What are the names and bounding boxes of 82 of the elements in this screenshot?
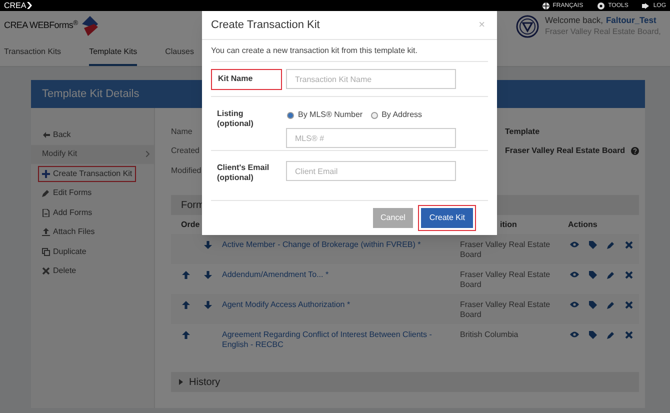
pencil-icon[interactable] (607, 301, 615, 309)
template-value: Fraser Valley Real Estate Board (505, 145, 626, 158)
nav-tab[interactable]: Clauses (165, 40, 194, 66)
tag-icon[interactable] (589, 331, 597, 339)
pencil-icon (42, 189, 50, 198)
radio-button[interactable] (287, 112, 294, 118)
sidebar-item[interactable]: Delete (38, 263, 80, 280)
sidebar-item[interactable]: Add Forms (38, 204, 96, 221)
form-link[interactable]: Active Member - Change of Brokerage (within FVREB) * (222, 240, 452, 250)
sidebar-item[interactable]: Back (38, 126, 75, 143)
arrow-up-icon[interactable] (182, 331, 190, 339)
table-cell-text: Fraser Valley Real Estate Board (460, 300, 552, 320)
field-label: Listing (217, 109, 244, 119)
upload-icon (42, 228, 50, 236)
field-label: Template (505, 126, 540, 138)
welcome-text: Welcome back, (545, 14, 603, 26)
intro-text: You can create a new transaction kit from this template kit. (211, 44, 418, 56)
radio-option[interactable]: By Address (370, 109, 422, 121)
eye-icon[interactable] (570, 331, 579, 338)
sidebar-item[interactable]: Attach Files (38, 224, 99, 240)
field-note: (optional) (217, 173, 254, 183)
field-label: Kit Name (211, 68, 282, 90)
dialog-button[interactable]: Create Kit (418, 205, 476, 231)
radio-option[interactable]: By MLS® Number (287, 109, 363, 121)
text-field[interactable]: MLS® # (286, 128, 456, 148)
sidebar-item[interactable]: Create Transaction Kit (38, 166, 136, 182)
delete-icon[interactable] (625, 271, 633, 279)
pencil-icon[interactable] (607, 331, 615, 339)
chevron-icon (27, 2, 32, 9)
table-cell-text: Fraser Valley Real Estate Board (460, 240, 552, 260)
tag-icon[interactable] (589, 271, 597, 279)
tag-icon[interactable] (589, 241, 597, 249)
plus-icon (42, 170, 50, 178)
delete-icon[interactable] (625, 331, 633, 339)
field-label: Name (171, 126, 192, 138)
history-panel[interactable]: History (171, 372, 640, 392)
tag-icon[interactable] (589, 301, 597, 309)
arrow-up-icon[interactable] (182, 301, 190, 309)
delete-icon[interactable] (625, 301, 633, 309)
arrow-left-icon (42, 130, 50, 139)
field-label: Created (171, 145, 200, 158)
field-label: Modified (171, 164, 202, 177)
form-link[interactable]: Addendum/Amendment To... * (222, 270, 452, 280)
sign-out-icon (642, 2, 650, 10)
file-icon (42, 208, 50, 217)
user-name: Faltour_Test (606, 14, 656, 26)
sidebar-item[interactable]: Edit Forms (38, 185, 96, 202)
arrow-up-icon[interactable] (182, 271, 190, 279)
delete-icon (42, 267, 50, 276)
eye-icon[interactable] (570, 271, 579, 278)
eye-icon[interactable] (570, 301, 579, 308)
seal-icon (516, 14, 539, 38)
pencil-icon[interactable] (607, 241, 615, 249)
field-note: (optional) (217, 119, 254, 129)
arrow-down-icon[interactable] (204, 271, 212, 279)
form-link[interactable]: Agreement Regarding Conflict of Interest Between Clients - English - RECBC (222, 330, 452, 350)
column-header: Actions (568, 220, 598, 228)
column-header: ition (500, 220, 517, 228)
radio-button[interactable] (370, 112, 378, 118)
column-header: Orde (181, 220, 200, 228)
close-button[interactable]: × (478, 20, 488, 30)
nav-tab[interactable]: Template Kits (89, 40, 138, 66)
text-field[interactable]: Transaction Kit Name (286, 69, 456, 89)
chevron-right-icon (146, 151, 150, 158)
sidebar-item[interactable]: Duplicate (38, 244, 90, 260)
text-field[interactable]: Client Email (286, 161, 456, 181)
field-label: Client's Email (217, 163, 270, 173)
help-icon (631, 147, 640, 156)
copy-icon (42, 248, 50, 256)
pencil-icon[interactable] (607, 271, 615, 279)
nav-tab[interactable]: Transaction Kits (4, 40, 62, 66)
arrow-down-icon[interactable] (204, 241, 212, 249)
logo-text: CREA WEBForms$^{®}$ (4, 19, 78, 32)
eye-icon[interactable] (570, 241, 579, 248)
caret-right-icon (179, 379, 183, 385)
arrow-down-icon[interactable] (204, 301, 212, 309)
delete-icon[interactable] (625, 241, 633, 249)
modal-title: Create Transaction Kit (211, 18, 320, 33)
brand-text: CREA (4, 2, 26, 10)
table-cell-text: Fraser Valley Real Estate Board (460, 270, 552, 290)
form-link[interactable]: Agent Modify Access Authorization * (222, 300, 452, 310)
table-cell-text: British Columbia (460, 330, 520, 340)
